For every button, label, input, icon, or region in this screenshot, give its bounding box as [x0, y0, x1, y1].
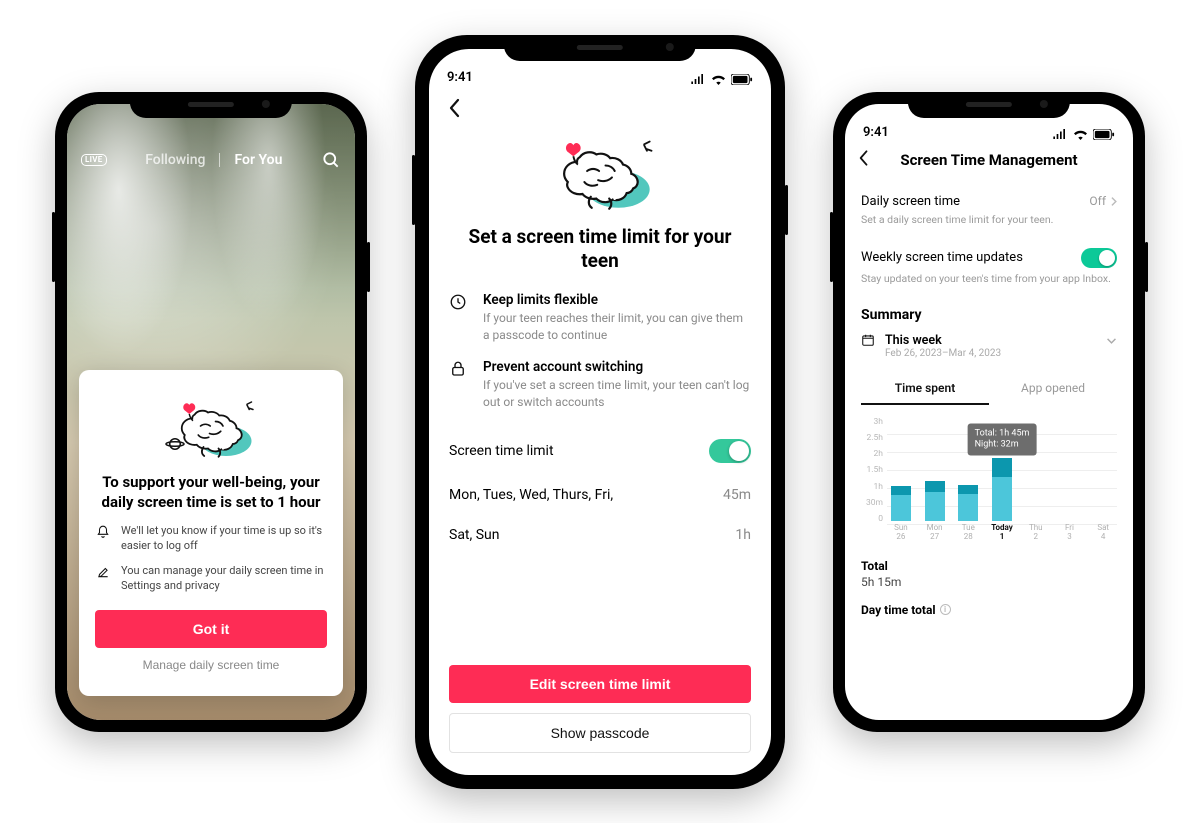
phone-teen-limit: 9:41 [415, 35, 785, 789]
status-time: 9:41 [863, 125, 889, 140]
page-title: Screen Time Management [900, 151, 1077, 169]
daily-sub: Set a daily screen time limit for your t… [861, 213, 1117, 226]
daily-label: Daily screen time [861, 194, 960, 209]
weekdays-label: Mon, Tues, Wed, Thurs, Fri, [449, 487, 613, 503]
tab-for-you[interactable]: For You [234, 152, 282, 168]
screen-time-limit-row: Screen time limit [449, 427, 751, 475]
week-selector[interactable]: This week [861, 333, 1117, 348]
battery-icon [1093, 129, 1115, 140]
modal-title: To support your well-being, your daily s… [95, 472, 327, 513]
weekend-label: Sat, Sun [449, 527, 500, 543]
weekend-row[interactable]: Sat, Sun 1h [449, 515, 751, 555]
time-spent-chart: 3h2.5h2h1.5h1h30m0 Sun26Mon27Tue28Today1… [861, 417, 1117, 541]
bell-icon [95, 524, 111, 554]
wifi-icon [711, 74, 726, 85]
feature-switch-title: Prevent account switching [483, 359, 751, 375]
live-badge[interactable]: LIVE [81, 154, 107, 166]
daily-value: Off [1089, 194, 1106, 208]
chevron-right-icon [1110, 196, 1117, 207]
weekly-updates-row: Weekly screen time updates [861, 238, 1117, 270]
clock-icon [449, 292, 469, 344]
daily-screen-time-row[interactable]: Daily screen time Off [861, 184, 1117, 211]
modal-bullet-1: We'll let you know if your time is up so… [121, 524, 327, 554]
tab-following[interactable]: Following [145, 152, 205, 168]
signal-icon [1052, 129, 1068, 139]
feed-top-nav: LIVE Following For You [67, 142, 355, 178]
weekdays-row[interactable]: Mon, Tues, Wed, Thurs, Fri, 45m [449, 475, 751, 515]
battery-icon [731, 74, 753, 85]
signal-icon [690, 74, 706, 84]
daytime-total-row: Day time total i [861, 603, 1117, 617]
chart-bar[interactable]: Tue28 [954, 485, 982, 541]
edit-limit-button[interactable]: Edit screen time limit [449, 665, 751, 703]
weekly-toggle[interactable] [1081, 248, 1117, 268]
chart-bar[interactable]: Thu2 [1022, 521, 1050, 541]
week-range: Feb 26, 2023–Mar 4, 2023 [885, 348, 1117, 359]
show-passcode-button[interactable]: Show passcode [449, 713, 751, 753]
weekend-value: 1h [735, 527, 751, 543]
chart-tooltip: Total: 1h 45mNight: 32m [968, 423, 1037, 456]
total-value: 5h 15m [861, 575, 1117, 589]
feature-flexible-title: Keep limits flexible [483, 292, 751, 308]
tab-time-spent[interactable]: Time spent [861, 373, 989, 405]
chart-bar[interactable]: Mon27 [921, 481, 949, 541]
screen-time-limit-label: Screen time limit [449, 443, 554, 459]
daytime-label: Day time total [861, 603, 936, 617]
got-it-button[interactable]: Got it [95, 610, 327, 648]
back-icon[interactable] [449, 98, 461, 118]
weekly-sub: Stay updated on your teen's time from yo… [861, 272, 1117, 285]
chart-bar[interactable]: Today1Total: 1h 45mNight: 32m [988, 458, 1016, 541]
manage-screen-time-button[interactable]: Manage daily screen time [95, 648, 327, 682]
weekdays-value: 45m [723, 487, 751, 503]
total-label: Total [861, 559, 1117, 573]
back-icon[interactable] [859, 149, 869, 171]
chart-bar[interactable]: Sat4 [1089, 521, 1117, 541]
brain-illustration [151, 388, 271, 464]
phone-management: 9:41 Screen Time Management Daily screen… [833, 92, 1145, 732]
chart-bar[interactable]: Sun26 [887, 486, 915, 540]
edit-icon [95, 564, 111, 594]
summary-heading: Summary [861, 307, 1117, 323]
feature-switch-desc: If you've set a screen time limit, your … [483, 377, 751, 411]
brain-illustration [525, 125, 675, 217]
wellbeing-modal: To support your well-being, your daily s… [79, 370, 343, 696]
chart-bar[interactable]: Fri3 [1056, 521, 1084, 541]
calendar-icon [861, 333, 875, 347]
segment-tabs: Time spent App opened [861, 373, 1117, 405]
info-icon[interactable]: i [940, 604, 951, 615]
modal-bullet-2: You can manage your daily screen time in… [121, 564, 327, 594]
screen-time-toggle[interactable] [709, 439, 751, 463]
search-icon[interactable] [321, 150, 341, 170]
weekly-label: Weekly screen time updates [861, 250, 1023, 265]
week-label: This week [885, 333, 942, 348]
feature-flexible-desc: If your teen reaches their limit, you ca… [483, 310, 751, 344]
phone-wellbeing-modal: 9:41 LIVE Following For You [55, 92, 367, 732]
chevron-down-icon [1106, 333, 1117, 348]
wifi-icon [1073, 129, 1088, 140]
page-title: Set a screen time limit for your teen [449, 225, 751, 274]
status-time: 9:41 [447, 70, 473, 85]
lock-icon [449, 359, 469, 411]
tab-app-opened[interactable]: App opened [989, 373, 1117, 405]
